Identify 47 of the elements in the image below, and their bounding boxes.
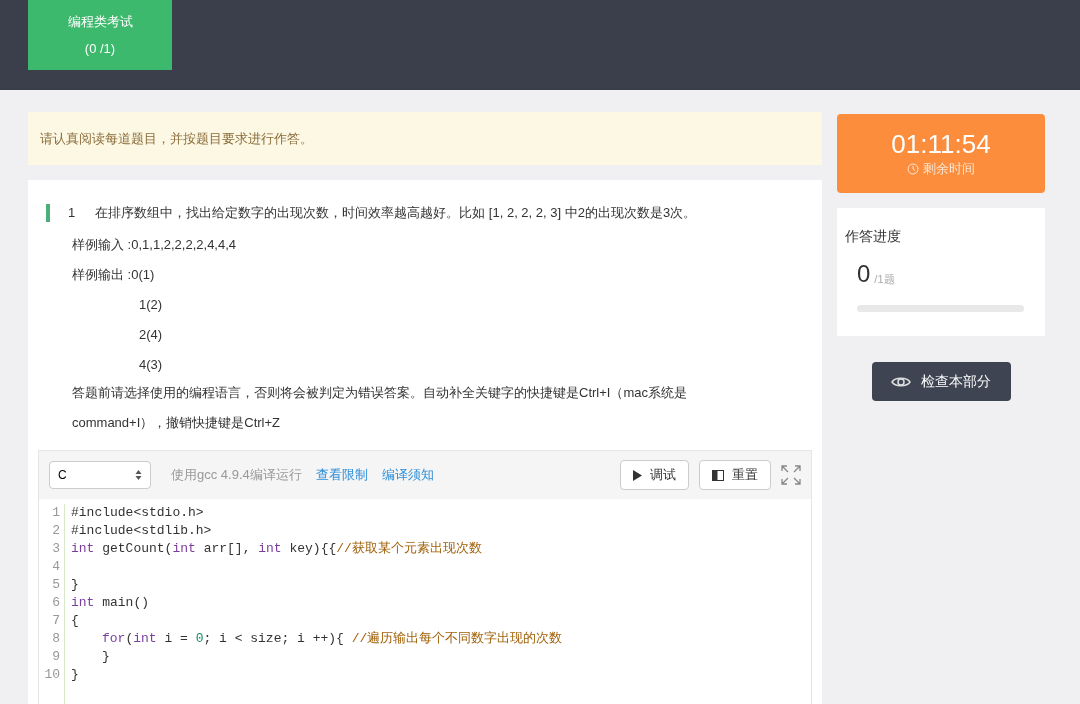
code-line: for(int i = 0; i < size; i ++){ //遍历输出每个不同数字出现的次数 [102,631,563,646]
code-line: } [71,577,79,592]
sort-icon [135,469,142,481]
code-line: } [71,667,79,682]
progress-title: 作答进度 [845,227,902,246]
code-line: #include<stdlib.h> [71,523,212,538]
countdown-time: 01:11:54 [891,128,991,159]
line-number: 9 [52,648,60,666]
total-count: /1题 [874,271,895,287]
line-number: 6 [52,594,60,612]
sample-label: 样例输入 : [72,235,132,254]
instruction-text: 答题前请选择使用的编程语言，否则将会被判定为错误答案。自动补全关键字的快捷键是Ctrl+I（mac系统是command+I），撤销快捷键是Ctrl+Z [72,384,688,432]
fullscreen-icon[interactable] [781,465,801,485]
accent-bar [46,204,50,222]
line-number: 8 [52,630,60,648]
play-icon [633,469,642,481]
language-select[interactable]: C [49,461,151,489]
code-line: { [71,613,79,628]
compiler-info: 使用gcc 4.9.4编译运行 [171,466,302,485]
timer-label: 剩余时间 [923,159,975,178]
panel-icon [712,469,724,481]
eye-icon [891,375,911,388]
code-line: } [102,649,110,664]
code-line: int main() [71,595,149,610]
debug-button[interactable]: 调试 [620,460,689,490]
sample-value: 0(1) [131,265,155,284]
sample-value: 1(2) [139,295,163,314]
clock-icon [907,162,919,175]
code-line: int getCount(int arr[], int key){{//获取某个元素出现次数 [71,541,482,556]
code-line: #include<stdio.h> [71,505,204,520]
line-number: 7 [52,612,60,630]
line-number: 1 [52,504,60,522]
sample-value: 4(3) [139,355,163,374]
reset-button[interactable]: 重置 [699,460,771,490]
question-text: 在排序数组中，找出给定数字的出现次数，时间效率越高越好。比如 [1, 2, 2, 2, 3] 中2的出现次数是3次。 [95,204,697,223]
line-number: 2 [52,522,60,540]
line-number: 5 [52,576,60,594]
line-number: 10 [44,666,60,684]
answered-count: 0 [857,261,871,287]
check-section-button[interactable]: 检查本部分 [871,362,1011,401]
line-number: 3 [52,540,60,558]
question-number: 1 [68,204,76,223]
notice-banner: 请认真阅读每道题目，并按题目要求进行作答。 [28,112,822,165]
sample-value: 2(4) [139,325,163,344]
line-number: 4 [52,558,60,576]
sample-label: 样例输出 : [72,265,132,284]
sample-value: 0,1,1,2,2,2,2,4,4,4 [131,235,237,254]
